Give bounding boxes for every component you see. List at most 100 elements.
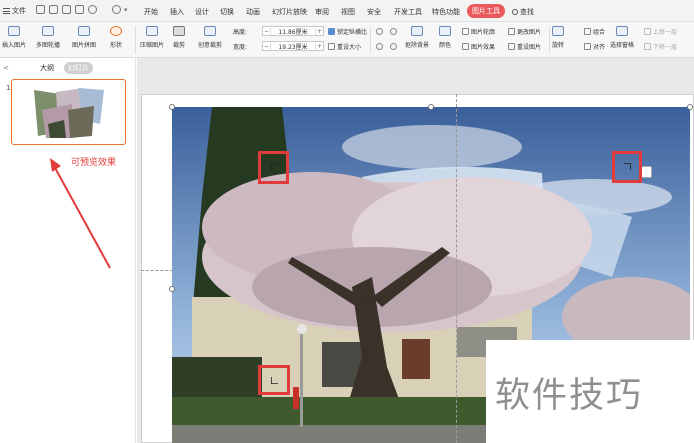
bring-forward-label: 上移一层 (653, 29, 678, 36)
resize-handle-top[interactable] (428, 104, 434, 110)
compress-label: 压缩图片 (140, 42, 165, 49)
picture-outline-button[interactable]: 图片轮廓 (462, 27, 495, 36)
crop-handle-highlight-top-left (258, 151, 289, 184)
menu-insert[interactable]: 插入 (170, 7, 184, 17)
picture-outline-icon (462, 28, 469, 35)
crop-corner-icon[interactable] (624, 163, 631, 170)
rotate-button[interactable]: 旋转 (552, 26, 564, 49)
slide-number: 1 (6, 84, 11, 92)
menu-home[interactable]: 开始 (144, 7, 158, 17)
insert-picture-button[interactable]: 插入图片 (2, 26, 26, 49)
thumbnail-preview-image (34, 88, 104, 138)
decrease-height-icon[interactable]: − (263, 27, 271, 35)
multi-outline-button[interactable]: 多图轮播 (36, 26, 60, 49)
menu-transition[interactable]: 切换 (220, 7, 234, 17)
file-menu[interactable]: 文件 (3, 6, 26, 16)
preview-annotation: 可预览效果 (71, 158, 117, 168)
menu-features[interactable]: 特色功能 (432, 7, 460, 17)
compress-picture-button[interactable]: 压缩图片 (140, 26, 164, 49)
menu-animation[interactable]: 动画 (246, 7, 260, 17)
reset-picture-label: 重设图片 (517, 44, 542, 51)
select-pane-button[interactable]: 选择窗格 (610, 26, 634, 49)
select-pane-icon (616, 26, 628, 36)
remove-background-label: 抠除背景 (405, 42, 430, 49)
file-menu-label: 文件 (12, 7, 26, 15)
menu-design[interactable]: 设计 (195, 7, 209, 17)
resize-handle-left[interactable] (169, 286, 175, 292)
creative-crop-label: 创意裁剪 (198, 42, 223, 49)
reset-size-button[interactable]: 重设大小 (328, 42, 361, 51)
change-picture-label: 更改图片 (517, 29, 542, 36)
slide-thumbnail[interactable] (11, 79, 126, 145)
send-backward-icon (644, 43, 651, 50)
increase-width-icon[interactable]: + (315, 42, 323, 50)
search-box[interactable]: 查找 (512, 7, 534, 17)
decrease-width-icon[interactable]: − (263, 42, 271, 50)
height-label: 高度: (233, 29, 248, 36)
send-backward-button[interactable]: 下移一层 (644, 42, 677, 51)
change-picture-icon (508, 28, 515, 35)
rotate-label: 旋转 (552, 42, 565, 49)
insert-picture-label: 插入图片 (2, 42, 27, 49)
menu-developer[interactable]: 开发工具 (394, 7, 422, 17)
group-button[interactable]: 组合 (584, 27, 605, 36)
adjust-brightness-icon[interactable] (390, 28, 397, 35)
undo-icon[interactable] (88, 5, 97, 14)
shape-icon (110, 26, 122, 36)
menu-bar: 文件 ▾ 开始 插入 设计 切换 动画 幻灯片放映 审阅 视图 安全 开发工具 … (0, 0, 694, 22)
vertical-guide (456, 94, 457, 443)
save-icon[interactable] (36, 5, 45, 14)
change-picture-button[interactable]: 更改图片 (508, 27, 541, 36)
shape-button[interactable]: 形状 (110, 26, 122, 49)
picture-split-button[interactable]: 图片拼图 (72, 26, 96, 49)
height-stepper[interactable]: − 11.86厘米 + (262, 26, 324, 36)
slide-panel: < 大纲 幻灯片 1 可预览效果 (0, 58, 136, 443)
picture-effect-button[interactable]: 图片效果 (462, 42, 495, 51)
print-icon[interactable] (62, 5, 71, 14)
picture-split-label: 图片拼图 (72, 42, 97, 49)
menu-view[interactable]: 视图 (341, 7, 355, 17)
crop-corner-icon[interactable] (271, 164, 278, 171)
width-stepper[interactable]: − 19.23厘米 + (262, 41, 324, 51)
collage-icon (78, 26, 90, 36)
color-palette-icon (439, 26, 451, 36)
resize-handle-top-left[interactable] (169, 104, 175, 110)
carousel-icon (42, 26, 54, 36)
menu-review[interactable]: 审阅 (315, 7, 329, 17)
more-arrow-icon[interactable]: ▾ (124, 6, 133, 15)
crop-corner-icon[interactable] (271, 377, 278, 384)
ribbon: 插入图片 多图轮播 图片拼图 形状 压缩图片 裁剪 创意裁剪 高度: − 11.… (0, 22, 694, 58)
redo-icon[interactable] (112, 5, 121, 14)
tab-slides[interactable]: 幻灯片 (64, 62, 93, 74)
color-button[interactable]: 颜色 (439, 26, 451, 49)
tab-outline[interactable]: 大纲 (36, 62, 58, 74)
creative-crop-button[interactable]: 创意裁剪 (198, 26, 222, 49)
print-preview-icon[interactable] (75, 5, 84, 14)
menu-security[interactable]: 安全 (367, 7, 381, 17)
align-label: 对齐 (593, 44, 606, 51)
increase-height-icon[interactable]: + (315, 27, 323, 35)
menu-slideshow[interactable]: 幻灯片放映 (272, 7, 307, 17)
ribbon-separator (135, 26, 136, 54)
crop-handle-highlight-bottom-left (258, 365, 290, 395)
height-value[interactable]: 11.86厘米 (271, 27, 315, 36)
shape-label: 形状 (110, 42, 123, 49)
picture-effect-label: 图片效果 (471, 44, 496, 51)
adjust-contrast-icon[interactable] (376, 28, 383, 35)
crop-button[interactable]: 裁剪 (173, 26, 185, 49)
decrease-brightness-icon[interactable] (390, 43, 397, 50)
reset-picture-button[interactable]: 重设图片 (508, 42, 541, 51)
lock-ratio-checkbox[interactable]: 锁定纵横比 (328, 27, 367, 36)
collapse-panel-icon[interactable]: < (3, 64, 9, 72)
bring-forward-button[interactable]: 上移一层 (644, 27, 677, 36)
menu-picture-tools[interactable]: 图片工具 (467, 4, 505, 18)
remove-background-button[interactable]: 抠除背景 (405, 26, 429, 49)
resize-handle-top-right[interactable] (687, 104, 693, 110)
align-button[interactable]: 对齐 (584, 42, 605, 51)
width-value[interactable]: 19.23厘米 (271, 42, 315, 51)
ribbon-separator (370, 26, 371, 54)
decrease-contrast-icon[interactable] (376, 43, 383, 50)
checkbox-icon (328, 28, 335, 35)
rotate-icon (552, 26, 564, 36)
export-pdf-icon[interactable] (49, 5, 58, 14)
